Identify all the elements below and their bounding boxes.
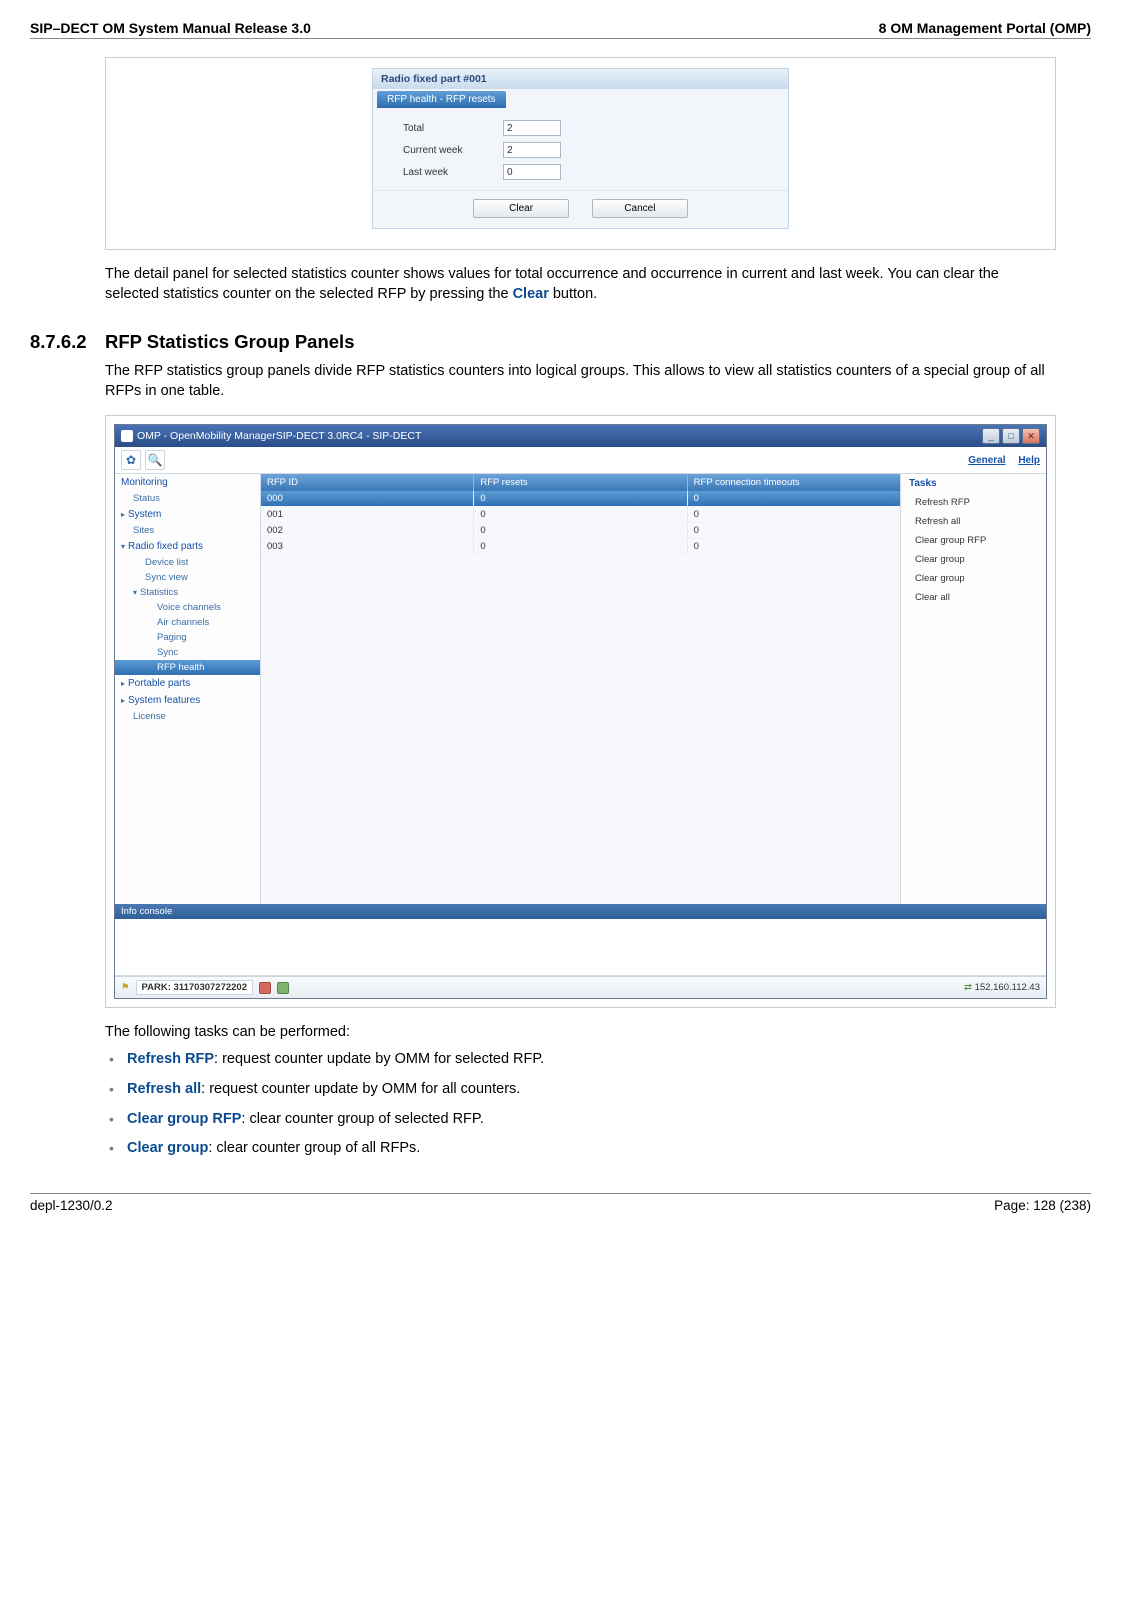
paragraph-detail-panel: The detail panel for selected statistics…	[105, 264, 1056, 305]
task-clear-group[interactable]: Clear group	[901, 550, 1046, 569]
figure-rfp-detail: Radio fixed part #001 RFP health - RFP r…	[105, 57, 1056, 250]
minimize-icon[interactable]: _	[982, 428, 1000, 444]
list-item: Clear group RFP: clear counter group of …	[105, 1110, 1056, 1130]
info-console-header[interactable]: Info console	[115, 904, 1046, 919]
task-bullet-list: Refresh RFP: request counter update by O…	[105, 1050, 1056, 1158]
info-console-body	[115, 919, 1046, 976]
dialog-button-row: Clear Cancel	[373, 190, 788, 228]
link-general[interactable]: General	[968, 455, 1005, 466]
sidebar-status[interactable]: Status	[115, 491, 260, 506]
table-row[interactable]: 003 0 0	[261, 539, 900, 555]
status-park: PARK: 31170307272202	[136, 980, 253, 995]
gear-icon[interactable]: ✿	[121, 450, 141, 470]
sidebar-license[interactable]: License	[115, 709, 260, 724]
dialog-title: Radio fixed part #001	[373, 69, 788, 89]
sidebar-rfp[interactable]: Radio fixed parts	[115, 538, 260, 555]
status-flag-icon: ⚑	[121, 982, 130, 993]
network-icon: ⇄	[964, 982, 972, 993]
sidebar: Monitoring Status System Sites Radio fix…	[115, 474, 261, 904]
task-refresh-rfp[interactable]: Refresh RFP	[901, 493, 1046, 512]
task-clear-group-2[interactable]: Clear group	[901, 569, 1046, 588]
list-item: Refresh RFP: request counter update by O…	[105, 1050, 1056, 1070]
section-title: RFP Statistics Group Panels	[105, 331, 354, 353]
sidebar-statistics[interactable]: Statistics	[115, 585, 260, 600]
col-rfp-timeouts[interactable]: RFP connection timeouts	[688, 474, 900, 491]
dialog-body: Total 2 Current week 2 Last week 0	[373, 108, 788, 190]
col-rfp-id[interactable]: RFP ID	[261, 474, 474, 491]
close-icon[interactable]: ✕	[1022, 428, 1040, 444]
value-last-week: 0	[503, 164, 561, 180]
task-clear-group-rfp[interactable]: Clear group RFP	[901, 531, 1046, 550]
maximize-icon[interactable]: □	[1002, 428, 1020, 444]
tasks-title: Tasks	[901, 474, 1046, 493]
figure-omp-window: OMP - OpenMobility ManagerSIP-DECT 3.0RC…	[105, 415, 1056, 1008]
label-current-week: Current week	[403, 145, 503, 156]
clear-term: Clear	[513, 286, 549, 302]
top-links: General Help	[958, 455, 1040, 466]
table-row[interactable]: 000 0 0	[261, 491, 900, 507]
sidebar-voice-channels[interactable]: Voice channels	[115, 600, 260, 615]
section-number: 8.7.6.2	[30, 331, 105, 353]
sidebar-sync-view[interactable]: Sync view	[115, 570, 260, 585]
sidebar-system[interactable]: System	[115, 506, 260, 523]
footer-left: depl-1230/0.2	[30, 1198, 113, 1213]
sidebar-sync[interactable]: Sync	[115, 645, 260, 660]
sidebar-device-list[interactable]: Device list	[115, 555, 260, 570]
omp-title-text: OMP - OpenMobility ManagerSIP-DECT 3.0RC…	[121, 430, 421, 442]
table-row[interactable]: 001 0 0	[261, 507, 900, 523]
table-row[interactable]: 002 0 0	[261, 523, 900, 539]
statistics-table: RFP ID RFP resets RFP connection timeout…	[261, 474, 900, 904]
status-indicator-1-icon	[259, 982, 271, 994]
header-right: 8 OM Management Portal (OMP)	[879, 20, 1091, 36]
omp-titlebar: OMP - OpenMobility ManagerSIP-DECT 3.0RC…	[115, 425, 1046, 447]
task-refresh-all[interactable]: Refresh all	[901, 512, 1046, 531]
sidebar-system-features[interactable]: System features	[115, 692, 260, 709]
value-current-week: 2	[503, 142, 561, 158]
rfp-detail-dialog: Radio fixed part #001 RFP health - RFP r…	[372, 68, 789, 229]
row-current-week: Current week 2	[403, 142, 768, 158]
sidebar-paging[interactable]: Paging	[115, 630, 260, 645]
tasks-pane: Tasks Refresh RFP Refresh all Clear grou…	[900, 474, 1046, 904]
status-indicator-2-icon	[277, 982, 289, 994]
sidebar-sites[interactable]: Sites	[115, 523, 260, 538]
row-last-week: Last week 0	[403, 164, 768, 180]
label-total: Total	[403, 123, 503, 134]
col-rfp-resets[interactable]: RFP resets	[474, 474, 687, 491]
status-bar: ⚑ PARK: 31170307272202 ⇄ 152.160.112.43	[115, 976, 1046, 998]
cancel-button[interactable]: Cancel	[592, 199, 688, 218]
sidebar-air-channels[interactable]: Air channels	[115, 615, 260, 630]
sidebar-rfp-health[interactable]: RFP health	[115, 660, 260, 675]
dialog-tab[interactable]: RFP health - RFP resets	[377, 91, 506, 108]
sidebar-monitoring[interactable]: Monitoring	[115, 474, 260, 491]
search-icon[interactable]: 🔍	[145, 450, 165, 470]
clear-button[interactable]: Clear	[473, 199, 569, 218]
omp-toolbar: ✿ 🔍 General Help	[115, 447, 1046, 474]
list-item: Refresh all: request counter update by O…	[105, 1080, 1056, 1100]
paragraph-tasks-intro: The following tasks can be performed:	[105, 1022, 1056, 1042]
row-total: Total 2	[403, 120, 768, 136]
sidebar-portable-parts[interactable]: Portable parts	[115, 675, 260, 692]
window-controls: _ □ ✕	[982, 428, 1040, 444]
task-clear-all[interactable]: Clear all	[901, 588, 1046, 607]
paragraph-group-panels: The RFP statistics group panels divide R…	[105, 361, 1056, 402]
footer-right: Page: 128 (238)	[994, 1198, 1091, 1213]
page-header: SIP–DECT OM System Manual Release 3.0 8 …	[30, 20, 1091, 39]
section-heading: 8.7.6.2 RFP Statistics Group Panels	[30, 331, 1091, 353]
omp-window: OMP - OpenMobility ManagerSIP-DECT 3.0RC…	[114, 424, 1047, 999]
value-total: 2	[503, 120, 561, 136]
list-item: Clear group: clear counter group of all …	[105, 1139, 1056, 1159]
table-header-row: RFP ID RFP resets RFP connection timeout…	[261, 474, 900, 491]
label-last-week: Last week	[403, 167, 503, 178]
page-footer: depl-1230/0.2 Page: 128 (238)	[30, 1193, 1091, 1213]
status-ip: ⇄ 152.160.112.43	[964, 982, 1040, 993]
header-left: SIP–DECT OM System Manual Release 3.0	[30, 20, 311, 36]
link-help[interactable]: Help	[1018, 455, 1040, 466]
